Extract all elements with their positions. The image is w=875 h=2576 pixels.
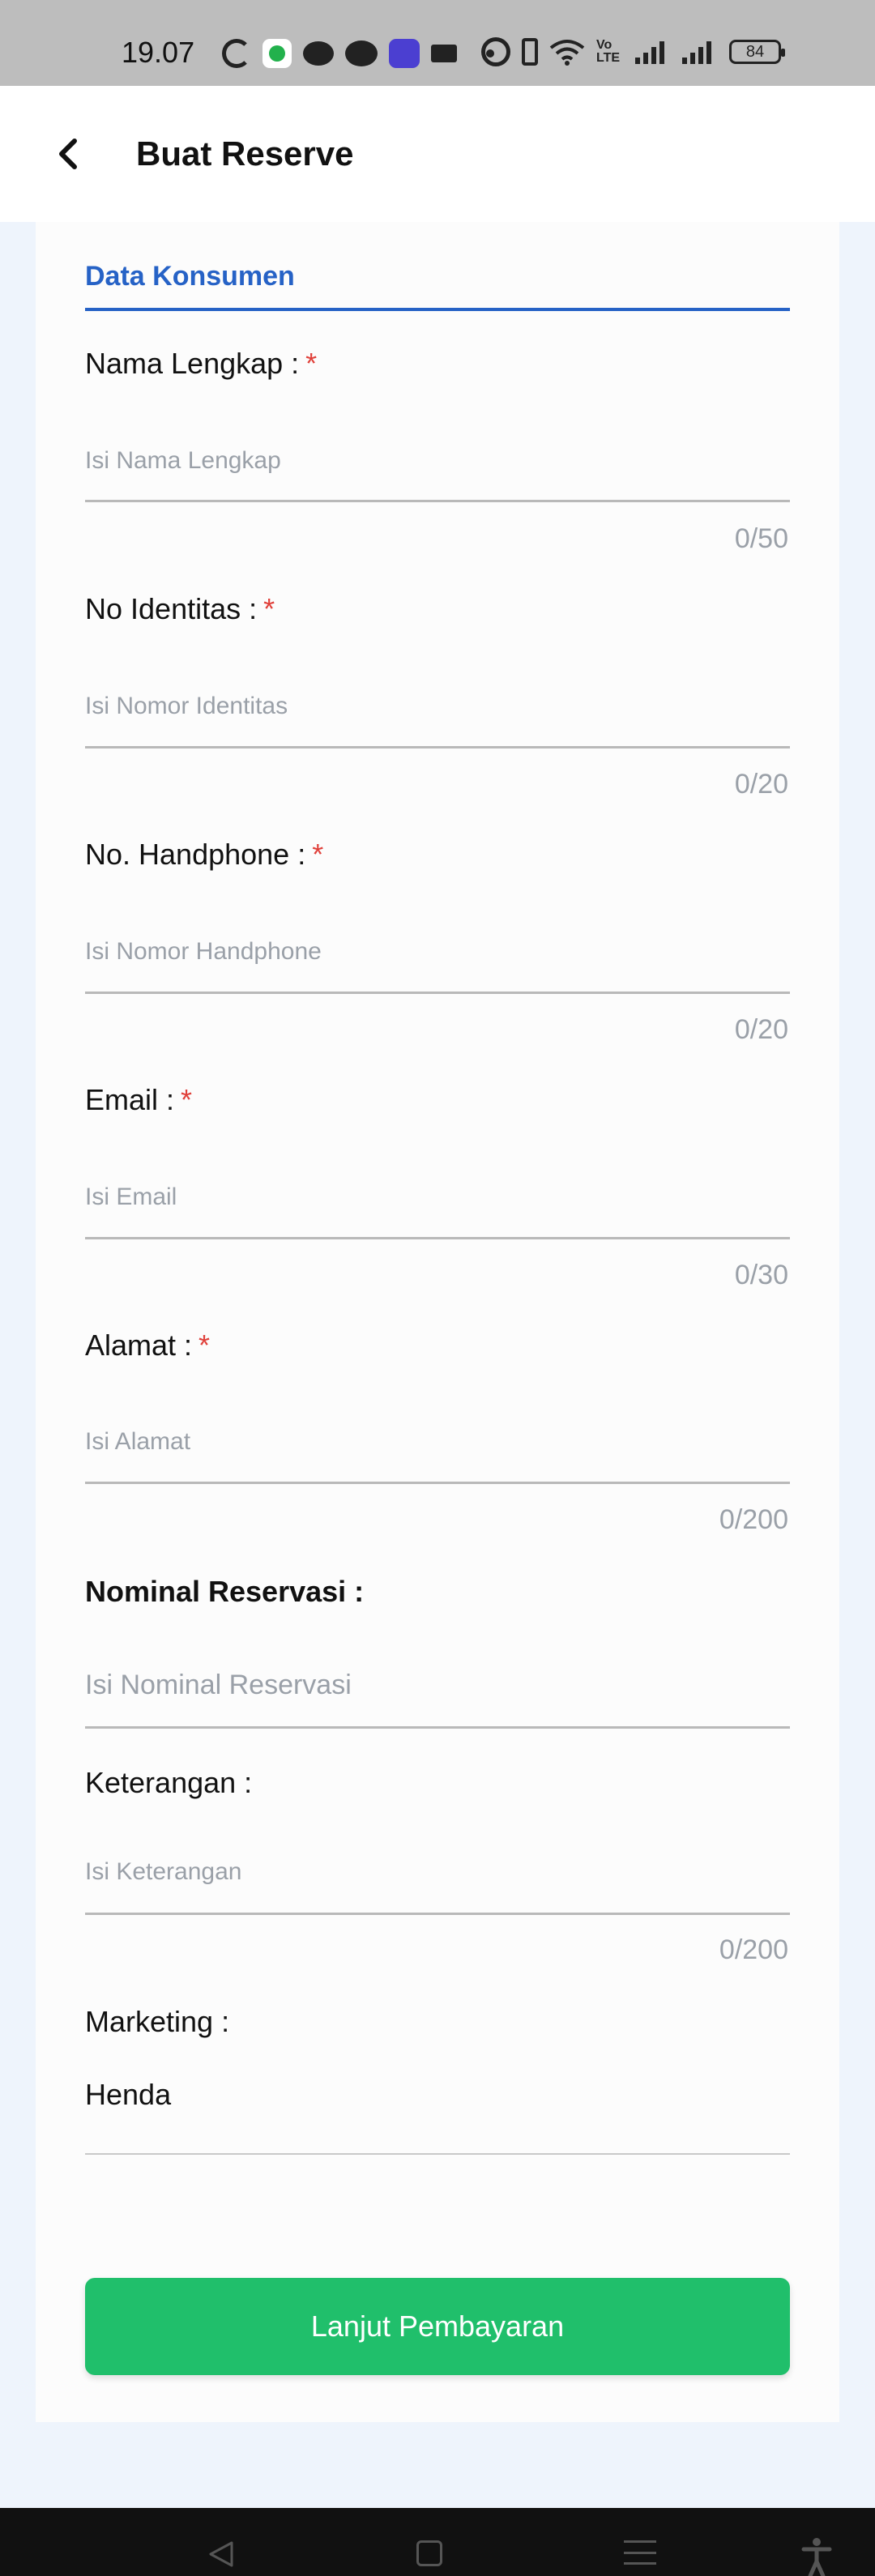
- app-header: Buat Reserve: [0, 86, 875, 222]
- system-nav-bar: [0, 2508, 875, 2576]
- tab-data-konsumen[interactable]: Data Konsumen: [85, 261, 790, 311]
- back-triangle-icon[interactable]: [207, 2540, 235, 2568]
- required-mark: *: [305, 347, 318, 380]
- system-icons: Vo LTE 84: [481, 37, 792, 66]
- divider: [85, 2153, 790, 2155]
- vibrate-icon: [522, 38, 538, 66]
- accessibility-icon[interactable]: [800, 2537, 833, 2576]
- required-mark: *: [181, 1083, 193, 1116]
- battery-icon: 84: [729, 40, 785, 64]
- nama-lengkap-label: Nama Lengkap : *: [85, 347, 318, 380]
- email-counter: 0/30: [734, 1260, 788, 1290]
- no-handphone-counter: 0/20: [734, 1014, 788, 1045]
- no-handphone-label: No. Handphone : *: [85, 838, 324, 871]
- marketing-value: Henda: [85, 2078, 172, 2111]
- no-identitas-label: No Identitas : *: [85, 592, 275, 625]
- keterangan-input[interactable]: [85, 1831, 790, 1915]
- tab-label: Data Konsumen: [85, 261, 295, 292]
- nominal-reservasi-label: Nominal Reservasi :: [85, 1575, 365, 1608]
- film-icon: [431, 45, 457, 62]
- required-mark: *: [198, 1329, 211, 1362]
- email-label: Email : *: [85, 1083, 193, 1116]
- menu-lines-icon[interactable]: [624, 2540, 656, 2565]
- home-square-icon[interactable]: [416, 2540, 442, 2566]
- required-mark: *: [263, 592, 275, 625]
- wifi-icon: [549, 40, 585, 66]
- nama-lengkap-counter: 0/50: [734, 523, 788, 554]
- line-app-icon: [345, 41, 378, 66]
- discord-app-icon: [389, 39, 420, 68]
- chat-bubble-icon: [303, 41, 334, 66]
- green-app-icon: [262, 39, 292, 68]
- required-mark: *: [312, 838, 324, 871]
- alamat-input[interactable]: [85, 1401, 790, 1484]
- nominal-reservasi-input[interactable]: [85, 1644, 790, 1729]
- chevron-left-icon[interactable]: [50, 136, 86, 172]
- alarm-icon: [481, 37, 510, 66]
- lanjut-pembayaran-button[interactable]: Lanjut Pembayaran: [85, 2278, 790, 2375]
- no-identitas-counter: 0/20: [734, 769, 788, 800]
- keterangan-counter: 0/200: [719, 1934, 788, 1965]
- status-time: 19.07: [122, 36, 195, 69]
- alamat-label: Alamat : *: [85, 1329, 211, 1362]
- page-title: Buat Reserve: [136, 134, 354, 173]
- status-bar: 19.07 Vo LTE 84: [0, 0, 875, 86]
- volte-icon: Vo LTE: [596, 38, 621, 65]
- no-identitas-input[interactable]: [85, 666, 790, 748]
- signal-icon: [635, 40, 671, 64]
- email-input[interactable]: [85, 1157, 790, 1239]
- signal-icon: [682, 40, 718, 64]
- no-handphone-input[interactable]: [85, 911, 790, 994]
- keterangan-label: Keterangan :: [85, 1766, 253, 1799]
- alamat-counter: 0/200: [719, 1504, 788, 1535]
- google-icon: [222, 39, 251, 68]
- marketing-label: Marketing :: [85, 2005, 230, 2038]
- nama-lengkap-input[interactable]: [85, 421, 790, 502]
